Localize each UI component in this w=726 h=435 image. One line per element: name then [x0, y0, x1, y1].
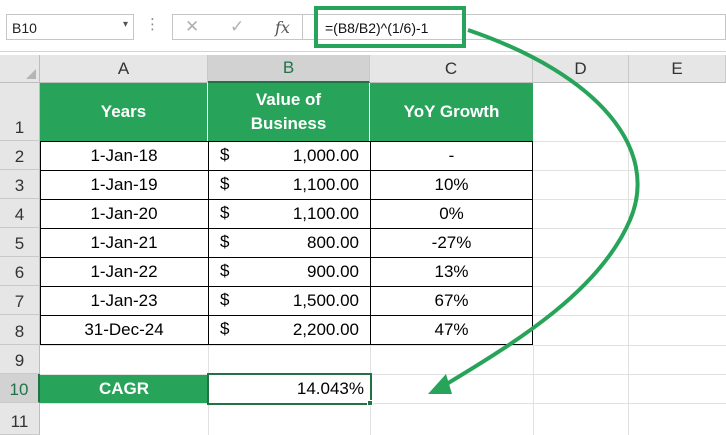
table-border — [40, 199, 533, 200]
name-box-value: B10 — [12, 20, 37, 36]
column-header-e[interactable]: E — [629, 55, 726, 83]
select-all-button[interactable] — [0, 55, 40, 83]
gridline — [533, 257, 726, 258]
row-header-4[interactable]: 4 — [0, 199, 40, 228]
row-header-2[interactable]: 2 — [0, 141, 40, 170]
header-yoy-growth[interactable]: YoY Growth — [370, 83, 533, 141]
column-header-a[interactable]: A — [40, 55, 208, 83]
check-icon[interactable]: ✓ — [230, 17, 244, 37]
table-border — [40, 170, 533, 171]
cell-value[interactable]: 2,200.00 — [208, 315, 370, 345]
cell-value[interactable]: 1,000.00 — [208, 141, 370, 170]
cagr-value-cell[interactable]: 14.043% — [207, 373, 372, 405]
header-value-of-business[interactable]: Value of Business — [208, 83, 370, 141]
cell-year[interactable]: 1-Jan-18 — [40, 141, 208, 170]
row-header-5[interactable]: 5 — [0, 228, 40, 257]
table-border — [40, 141, 533, 142]
cell-year[interactable]: 1-Jan-22 — [40, 257, 208, 286]
cell-year[interactable]: 1-Jan-20 — [40, 199, 208, 228]
cancel-icon[interactable]: ✕ — [185, 17, 199, 37]
cell-growth[interactable]: 0% — [370, 199, 533, 228]
table-border — [40, 141, 41, 345]
more-options-icon[interactable]: ⋮ — [145, 15, 160, 33]
gridline — [40, 403, 726, 404]
gridline — [533, 286, 726, 287]
formula-buttons: ✕ ✓ fx — [172, 14, 302, 40]
table-border — [40, 257, 533, 258]
row-header-3[interactable]: 3 — [0, 170, 40, 199]
fill-handle[interactable] — [367, 400, 373, 406]
cell-year[interactable]: 1-Jan-21 — [40, 228, 208, 257]
table-border — [40, 315, 533, 316]
row-header-10[interactable]: 10 — [0, 374, 40, 403]
table-border — [40, 228, 533, 229]
row-header-9[interactable]: 9 — [0, 345, 40, 374]
gridline — [628, 83, 629, 435]
column-header-b[interactable]: B — [208, 55, 370, 83]
cell-growth[interactable]: 13% — [370, 257, 533, 286]
row-header-8[interactable]: 8 — [0, 315, 40, 345]
column-header-c[interactable]: C — [370, 55, 533, 83]
cell-growth[interactable]: 10% — [370, 170, 533, 199]
formula-highlight-box — [314, 6, 466, 48]
row-header-6[interactable]: 6 — [0, 257, 40, 286]
cell-value[interactable]: 800.00 — [208, 228, 370, 257]
table-border — [532, 141, 533, 345]
cell-growth[interactable]: -27% — [370, 228, 533, 257]
gridline — [533, 345, 534, 435]
table-border — [40, 344, 533, 345]
cell-value[interactable]: 1,500.00 — [208, 286, 370, 315]
table-border — [40, 286, 533, 287]
table-border — [370, 141, 371, 345]
row-header-7[interactable]: 7 — [0, 286, 40, 315]
column-header-d[interactable]: D — [533, 55, 629, 83]
row-header-1[interactable]: 1 — [0, 83, 40, 141]
table-border — [208, 141, 209, 345]
gridline — [533, 199, 726, 200]
cell-value[interactable]: 900.00 — [208, 257, 370, 286]
gridline — [533, 141, 726, 142]
gridline — [533, 170, 726, 171]
cell-year[interactable]: 31-Dec-24 — [40, 315, 208, 345]
chevron-down-icon[interactable]: ▾ — [123, 19, 128, 30]
insert-function-icon[interactable]: fx — [275, 18, 290, 37]
cell-value[interactable]: 1,100.00 — [208, 199, 370, 228]
gridline — [40, 345, 726, 346]
cell-value[interactable]: 1,100.00 — [208, 170, 370, 199]
cagr-label[interactable]: CAGR — [40, 375, 208, 403]
select-all-triangle-icon — [26, 69, 36, 79]
cell-growth[interactable]: - — [370, 141, 533, 170]
row-header-11[interactable]: 11 — [0, 403, 40, 435]
cell-year[interactable]: 1-Jan-23 — [40, 286, 208, 315]
gridline — [533, 228, 726, 229]
arrow-head-icon — [428, 374, 452, 394]
cell-growth[interactable]: 67% — [370, 286, 533, 315]
cell-growth[interactable]: 47% — [370, 315, 533, 345]
cell-year[interactable]: 1-Jan-19 — [40, 170, 208, 199]
name-box[interactable]: B10 ▾ — [6, 14, 134, 40]
gridline — [533, 315, 726, 316]
header-years[interactable]: Years — [40, 83, 208, 141]
